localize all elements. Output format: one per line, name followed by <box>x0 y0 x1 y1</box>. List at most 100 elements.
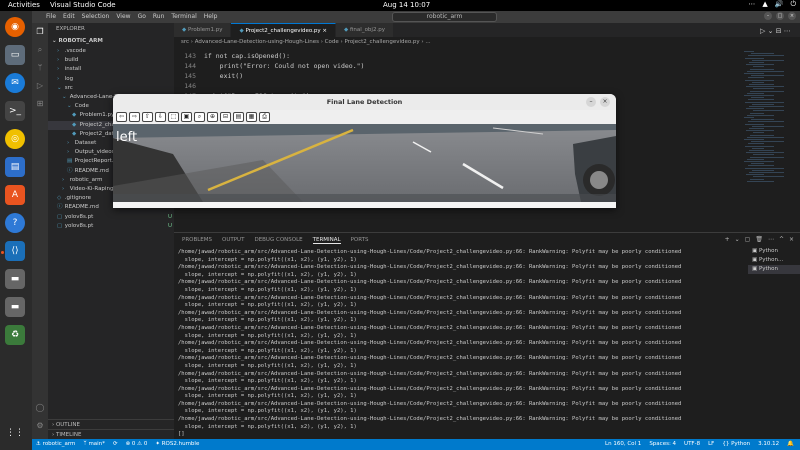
outline-section[interactable]: › OUTLINE <box>48 419 174 429</box>
tab-final-obj2[interactable]: ◆ final_obj2.py <box>335 23 394 37</box>
tab-output[interactable]: OUTPUT <box>222 237 244 244</box>
code-line[interactable]: 145 exit() <box>174 71 243 81</box>
status-item[interactable]: {} Python <box>722 439 750 450</box>
status-item[interactable]: Ln 160, Col 1 <box>605 439 641 450</box>
firefox-icon[interactable]: ◉ <box>5 17 25 37</box>
code-line[interactable]: 144 print("Error: Could not open video."… <box>174 61 364 71</box>
run-debug-icon[interactable]: ▷ <box>35 81 45 91</box>
trash-icon[interactable]: ♻ <box>5 325 25 345</box>
extensions-icon[interactable]: ⊞ <box>35 99 45 109</box>
code-line[interactable]: 143 if not cap.isOpened(): <box>174 51 290 61</box>
menu-go[interactable]: Go <box>138 13 146 20</box>
maximize-button[interactable]: □ <box>776 12 784 20</box>
clock[interactable]: Aug 14 10:07 <box>383 1 430 9</box>
menu-run[interactable]: Run <box>153 13 165 20</box>
status-item[interactable]: ⊗ 0 ⚠ 0 <box>126 439 148 450</box>
source-control-icon[interactable]: ᛘ <box>35 63 45 73</box>
toolbar-button-icon[interactable]: ⇧ <box>142 112 153 122</box>
breadcrumb[interactable]: src › Advanced-Lane-Detection-using-Houg… <box>174 37 800 47</box>
code-line[interactable]: 146 <box>174 81 204 91</box>
status-item[interactable]: ✦ ROS2.humble <box>155 439 199 450</box>
terminal-icon[interactable]: >_ <box>5 101 25 121</box>
drive-icon[interactable]: ▬ <box>5 297 25 317</box>
status-item[interactable]: ᛘ main* <box>83 439 105 450</box>
account-icon[interactable]: ◯ <box>35 403 45 413</box>
toolbar-button-icon[interactable]: ⊟ <box>220 112 231 122</box>
toolbar-button-icon[interactable]: ▦ <box>246 112 257 122</box>
tree-item[interactable]: › .vscode <box>48 47 172 56</box>
menu-view[interactable]: View <box>116 13 130 20</box>
volume-icon[interactable]: 🔊 <box>775 0 784 9</box>
tree-item[interactable]: ▢ yolov8s.pt U <box>48 213 172 222</box>
minimize-button[interactable]: – <box>586 97 596 107</box>
explorer-icon[interactable]: ❐ <box>35 27 45 37</box>
toolbar-button-icon[interactable]: ⌕ <box>194 112 205 122</box>
toolbar-button-icon[interactable]: ⬚ <box>168 112 179 122</box>
close-button[interactable]: × <box>600 97 610 107</box>
kill-terminal-icon[interactable]: 🗑 <box>755 236 763 243</box>
close-panel-icon[interactable]: × <box>789 236 794 243</box>
toolbar-button-icon[interactable]: ⇦ <box>116 112 127 122</box>
tab-ports[interactable]: PORTS <box>351 237 369 244</box>
run-python-icon[interactable]: ▷ ⌄ ⊟ ⋯ <box>760 27 791 35</box>
toolbar-button-icon[interactable]: ▤ <box>233 112 244 122</box>
terminal-prompt[interactable]: [] <box>178 431 748 439</box>
system-tray[interactable]: ⋯ ▲ 🔊 ⏻ <box>748 0 796 9</box>
terminal-item[interactable]: ▣ Python <box>748 265 800 274</box>
video-frame[interactable]: left <box>113 124 616 202</box>
power-icon[interactable]: ⏻ <box>790 0 796 9</box>
terminal-item[interactable]: ▣ Python... <box>748 256 800 265</box>
menu-help[interactable]: Help <box>204 13 218 20</box>
menu-edit[interactable]: Edit <box>63 13 75 20</box>
help-icon[interactable]: ? <box>5 213 25 233</box>
focused-app-name[interactable]: Visual Studio Code <box>50 1 116 9</box>
status-item[interactable]: 🔔 <box>787 439 794 450</box>
show-apps-icon[interactable]: ⋮⋮ <box>5 423 25 443</box>
command-center-search[interactable]: robotic_arm <box>392 12 497 22</box>
window-title[interactable]: Final Lane Detection <box>113 94 616 110</box>
status-item[interactable]: ⟳ <box>113 439 118 450</box>
tree-item[interactable]: ▢ yolov8s.pt U <box>48 222 172 231</box>
toolbar-button-icon[interactable]: ▣ <box>181 112 192 122</box>
tree-item[interactable]: › install <box>48 65 172 74</box>
maximize-panel-icon[interactable]: ^ <box>779 236 784 243</box>
terminal-item[interactable]: ▣ Python <box>748 247 800 256</box>
activities-button[interactable]: Activities <box>8 1 40 9</box>
thunderbird-icon[interactable]: ✉ <box>5 73 25 93</box>
rhythmbox-icon[interactable]: ◎ <box>5 129 25 149</box>
status-item[interactable]: LF <box>708 439 714 450</box>
menu-selection[interactable]: Selection <box>82 13 110 20</box>
tree-item[interactable]: ⌄ src <box>48 84 172 93</box>
tree-item[interactable]: › build <box>48 56 172 65</box>
writer-icon[interactable]: ▤ <box>5 157 25 177</box>
settings-gear-icon[interactable]: ⚙ <box>35 421 45 431</box>
close-button[interactable]: × <box>788 12 796 20</box>
tree-item[interactable]: › log <box>48 75 172 84</box>
status-item[interactable]: UTF-8 <box>684 439 700 450</box>
drive-icon[interactable]: ▬ <box>5 269 25 289</box>
files-icon[interactable]: ▭ <box>5 45 25 65</box>
terminal-dropdown-icon[interactable]: ⌄ <box>735 236 740 243</box>
timeline-section[interactable]: › TIMELINE <box>48 429 174 439</box>
tab-problems[interactable]: PROBLEMS <box>182 237 212 244</box>
tray-icon[interactable]: ⋯ <box>748 0 755 9</box>
minimap[interactable] <box>740 47 792 232</box>
tray-icon[interactable]: ▲ <box>762 0 767 9</box>
menu-terminal[interactable]: Terminal <box>171 13 196 20</box>
terminal-output[interactable]: /home/jawad/robotic_arm/src/Advanced-Lan… <box>178 249 748 439</box>
tab-problem1[interactable]: ◆ Problem1.py <box>174 23 232 37</box>
status-item[interactable]: 3.10.12 <box>758 439 779 450</box>
app-center-icon[interactable]: A <box>5 185 25 205</box>
more-actions-icon[interactable]: ⋯ <box>768 236 774 243</box>
tab-project2-challengevideo[interactable]: ◆ Project2_challengevideo.py × <box>231 23 336 37</box>
workspace-root[interactable]: ⌄ ROBOTIC_ARM <box>52 37 170 46</box>
menu-file[interactable]: File <box>46 13 56 20</box>
tab-terminal[interactable]: TERMINAL <box>312 237 341 244</box>
minimize-button[interactable]: – <box>764 12 772 20</box>
new-terminal-icon[interactable]: + <box>725 236 730 243</box>
search-icon[interactable]: ⌕ <box>35 45 45 55</box>
toolbar-button-icon[interactable]: ⇩ <box>155 112 166 122</box>
status-item[interactable]: Spaces: 4 <box>649 439 676 450</box>
tab-debug-console[interactable]: DEBUG CONSOLE <box>254 237 302 244</box>
vscode-icon[interactable]: ⟨⟩ <box>5 241 25 261</box>
